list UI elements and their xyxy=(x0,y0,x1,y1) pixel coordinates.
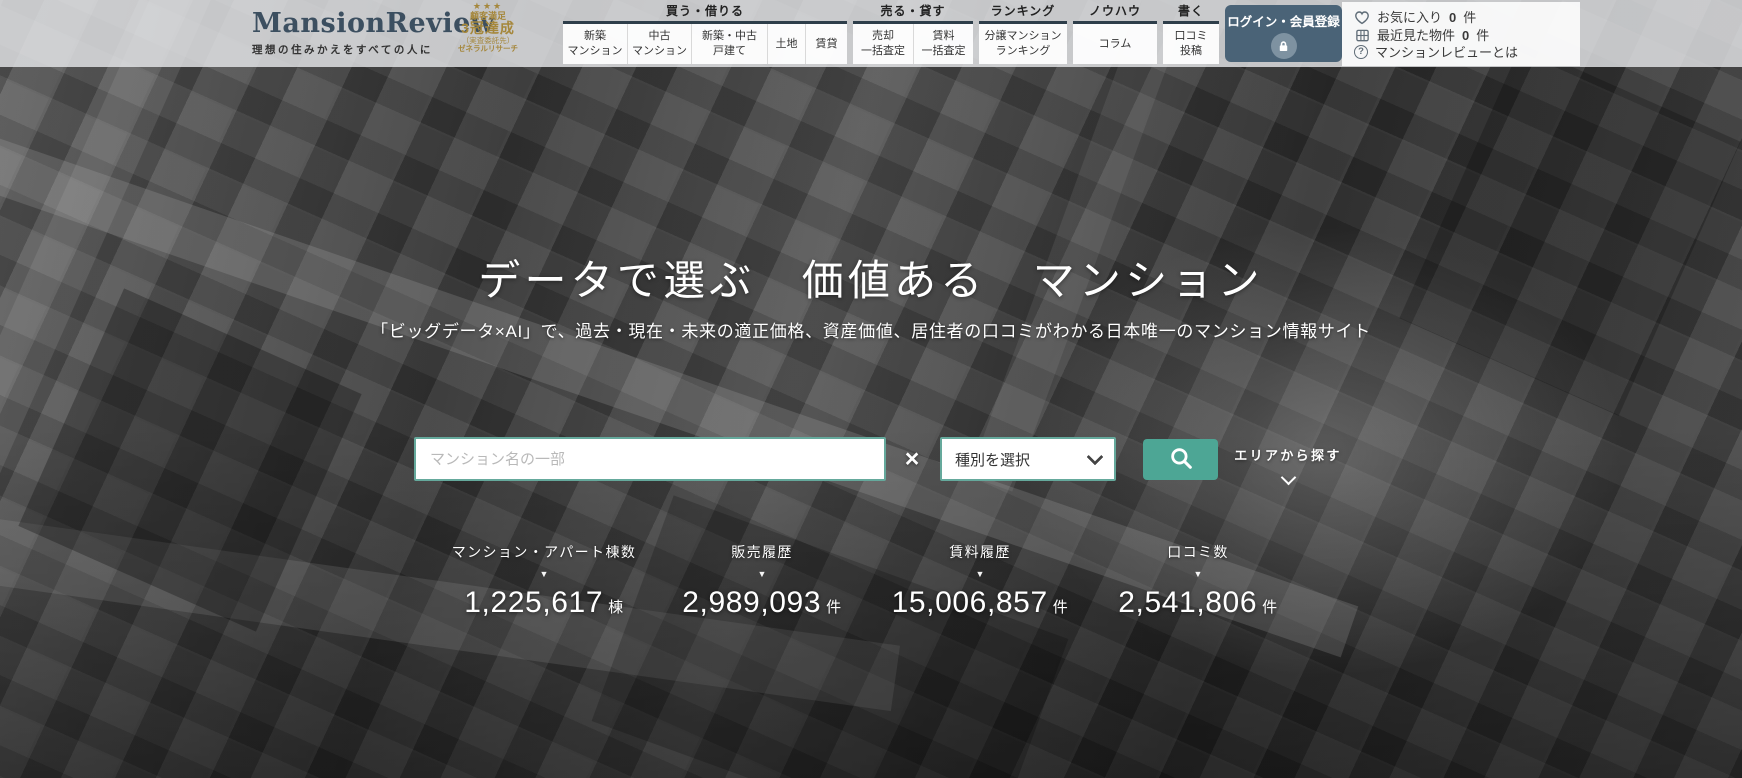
about-link[interactable]: ? マンションレビューとは xyxy=(1354,45,1568,59)
heart-icon xyxy=(1354,9,1370,25)
nav-item-land[interactable]: 土地 xyxy=(767,24,805,64)
triangle-down-icon: ▼ xyxy=(1089,569,1307,579)
quick-links-panel: お気に入り 0 件 最近見た物件 0 件 ? マ xyxy=(1342,2,1580,66)
favorites-label: お気に入り xyxy=(1377,11,1442,24)
nav-items: 口コミ 投稿 xyxy=(1163,24,1219,64)
stat-value: 2,541,806件 xyxy=(1089,586,1307,620)
stat-label: マンション・アパート棟数 xyxy=(435,542,653,562)
favorites-count: 0 xyxy=(1449,11,1456,24)
background-building-block xyxy=(1399,44,1740,416)
nav-item-mansion-ranking[interactable]: 分譲マンション ランキング xyxy=(979,24,1067,64)
background-road xyxy=(969,0,1197,492)
main-nav: 買う・借りる 新築 マンション 中古 マンション 新築・中古 戸建て xyxy=(563,3,1219,64)
nav-group-sell-lease: 売る・貸す 売却 一括査定 賃料 一括査定 xyxy=(853,3,973,64)
nav-item-review-post[interactable]: 口コミ 投稿 xyxy=(1163,24,1219,64)
search-icon xyxy=(1168,445,1194,474)
recently-viewed-unit: 件 xyxy=(1476,29,1489,42)
login-button[interactable]: ログイン・会員登録 xyxy=(1225,5,1342,62)
nav-items: 分譲マンション ランキング xyxy=(979,24,1067,64)
chevron-down-icon xyxy=(1280,470,1296,486)
nav-group-knowhow: ノウハウ コラム xyxy=(1073,3,1157,64)
favorites-link[interactable]: お気に入り 0 件 xyxy=(1354,9,1568,25)
stat-label: 口コミ数 xyxy=(1089,542,1307,562)
triangle-down-icon: ▼ xyxy=(435,569,653,579)
lock-icon xyxy=(1271,33,1297,59)
nav-item-house[interactable]: 新築・中古 戸建て xyxy=(691,24,767,64)
hero-subtitle: 「ビッグデータ×AI」で、過去・現在・未来の適正価格、資産価値、居住者の口コミが… xyxy=(0,317,1742,342)
nav-group-label: ランキング xyxy=(979,3,1067,24)
page: MansionReview 理想の住みかえをすべての人に ★★★ 顧客満足 3冠… xyxy=(0,0,1742,778)
nav-item-sell-assessment[interactable]: 売却 一括査定 xyxy=(853,24,913,64)
nav-item-column[interactable]: コラム xyxy=(1073,24,1157,64)
nav-group-buy-rent: 買う・借りる 新築 マンション 中古 マンション 新築・中古 戸建て xyxy=(563,3,847,64)
stats-row: マンション・アパート棟数 ▼ 1,225,617棟 販売履歴 ▼ 2,989,0… xyxy=(0,542,1742,620)
favorites-unit: 件 xyxy=(1463,11,1476,24)
login-button-label: ログイン・会員登録 xyxy=(1227,11,1340,30)
about-label: マンションレビューとは xyxy=(1375,46,1518,59)
property-type-select[interactable]: 種別を選択 xyxy=(940,437,1116,481)
area-search-label: エリアから探す xyxy=(1234,448,1341,463)
area-search-link[interactable]: エリアから探す xyxy=(1230,445,1346,483)
property-type-select-value: 種別を選択 xyxy=(955,449,1030,470)
multiply-separator: × xyxy=(897,437,927,481)
stat-sales-history[interactable]: 販売履歴 ▼ 2,989,093件 xyxy=(653,542,871,620)
nav-group-label: 書く xyxy=(1163,3,1219,24)
triangle-down-icon: ▼ xyxy=(653,569,871,579)
recent-building-icon xyxy=(1354,27,1370,43)
badge-line: 3冠達成 xyxy=(448,21,528,37)
nav-group-label: 売る・貸す xyxy=(853,3,973,24)
triangle-down-icon: ▼ xyxy=(871,569,1089,579)
nav-item-new-mansion[interactable]: 新築 マンション xyxy=(563,24,627,64)
badge-line: ゼネラルリサーチ xyxy=(448,45,528,53)
nav-group-ranking: ランキング 分譲マンション ランキング xyxy=(979,3,1067,64)
recently-viewed-label: 最近見た物件 xyxy=(1377,29,1455,42)
stat-value: 1,225,617棟 xyxy=(435,586,653,620)
mansion-name-input[interactable] xyxy=(414,437,886,481)
nav-group-label: ノウハウ xyxy=(1073,3,1157,24)
nav-items: 新築 マンション 中古 マンション 新築・中古 戸建て 土地 xyxy=(563,24,847,64)
recently-viewed-link[interactable]: 最近見た物件 0 件 xyxy=(1354,27,1568,43)
stat-label: 賃料履歴 xyxy=(871,542,1089,562)
chevron-down-icon xyxy=(1087,448,1104,465)
search-button[interactable] xyxy=(1143,439,1218,480)
aerial-city-photo xyxy=(0,0,1742,778)
stat-building-count[interactable]: マンション・アパート棟数 ▼ 1,225,617棟 xyxy=(435,542,653,620)
nav-group-label: 買う・借りる xyxy=(563,3,847,24)
nav-item-rent-assessment[interactable]: 賃料 一括査定 xyxy=(913,24,973,64)
nav-item-used-mansion[interactable]: 中古 マンション xyxy=(627,24,691,64)
nav-items: 売却 一括査定 賃料 一括査定 xyxy=(853,24,973,64)
header: MansionReview 理想の住みかえをすべての人に ★★★ 顧客満足 3冠… xyxy=(0,0,1742,67)
stat-value: 15,006,857件 xyxy=(871,586,1089,620)
question-icon: ? xyxy=(1354,45,1368,59)
hero-headline: データで選ぶ 価値ある マンション xyxy=(0,247,1742,308)
stat-review-count[interactable]: 口コミ数 ▼ 2,541,806件 xyxy=(1089,542,1307,620)
recently-viewed-count: 0 xyxy=(1462,29,1469,42)
badge-stars-icon: ★★★ xyxy=(448,1,528,11)
nav-item-rental[interactable]: 賃貸 xyxy=(805,24,847,64)
nav-items: コラム xyxy=(1073,24,1157,64)
stat-value: 2,989,093件 xyxy=(653,586,871,620)
stat-label: 販売履歴 xyxy=(653,542,871,562)
stat-rent-history[interactable]: 賃料履歴 ▼ 15,006,857件 xyxy=(871,542,1089,620)
search-row: × 種別を選択 エリアから探す xyxy=(0,437,1742,483)
award-badge: ★★★ 顧客満足 3冠達成 （実査委託先） ゼネラルリサーチ xyxy=(448,1,528,54)
nav-group-write: 書く 口コミ 投稿 xyxy=(1163,3,1219,64)
